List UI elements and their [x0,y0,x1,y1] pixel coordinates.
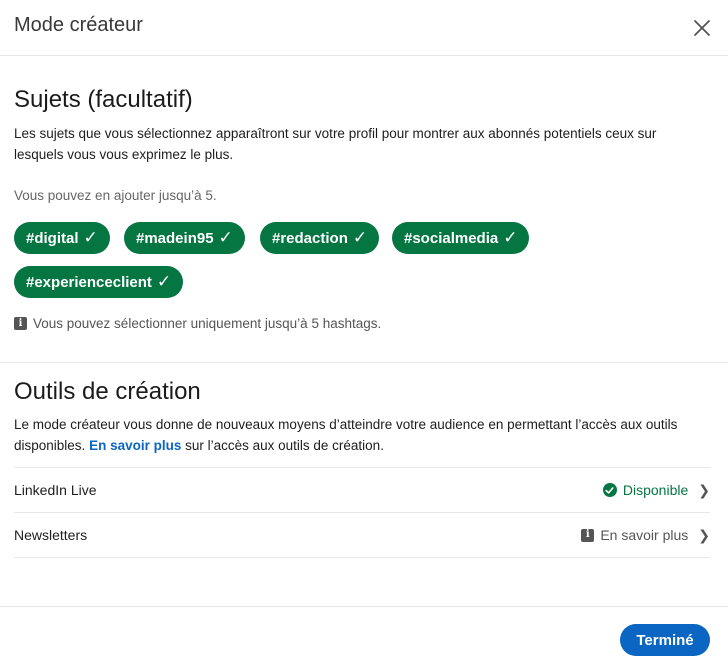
tool-status-text: En savoir plus [600,527,689,543]
learn-more-link[interactable]: En savoir plus [89,438,181,453]
topics-limit-hint: Vous pouvez en ajouter jusqu’à 5. [14,188,217,203]
topic-chip-label: #socialmedia [404,229,499,247]
tool-row-newsletters[interactable]: Newsletters i En savoir plus ❯ [14,513,710,557]
topic-chip-label: #madein95 [136,229,214,247]
check-circle-icon [602,483,617,497]
check-icon: ✓ [218,228,233,247]
tool-status: Disponible ❯ [602,481,710,499]
topic-chip[interactable]: #digital ✓ [14,222,110,254]
topics-description: Les sujets que vous sélectionnez apparaî… [14,126,657,162]
dialog-title: Mode créateur [14,14,143,36]
chevron-right-icon: ❯ [698,481,710,498]
tool-status: i En savoir plus ❯ [581,527,710,544]
hashtag-limit-text: Vous pouvez sélectionner uniquement jusq… [33,316,382,331]
section-divider [0,362,728,363]
topic-chip[interactable]: #redaction ✓ [260,222,380,254]
topic-chip-label: #experienceclient [26,273,152,291]
check-icon: ✓ [503,228,518,247]
creator-mode-dialog: Mode créateur Sujets (facultatif) Les su… [0,0,728,665]
info-icon: i [14,317,27,330]
chevron-right-icon: ❯ [698,526,710,543]
tool-row-linkedin-live[interactable]: LinkedIn Live Disponible ❯ [14,468,710,512]
hashtag-limit-info: i Vous pouvez sélectionner uniquement ju… [14,316,381,331]
close-button[interactable] [686,12,718,44]
check-icon: ✓ [156,272,172,291]
tools-title: Outils de création [14,378,201,405]
info-icon: i [581,528,595,542]
tool-name: Newsletters [14,527,88,543]
topic-chip[interactable]: #madein95 ✓ [124,222,245,254]
close-icon [694,20,710,36]
topic-chip[interactable]: #experienceclient ✓ [14,266,184,298]
tool-name: LinkedIn Live [14,482,97,498]
topic-chip[interactable]: #socialmedia ✓ [392,222,530,254]
topic-chip-label: #digital [26,229,79,247]
topics-title: Sujets (facultatif) [14,86,193,113]
tools-description-text-end: sur l’accès aux outils de création. [181,438,384,453]
check-icon: ✓ [352,228,368,247]
tool-status-text: Disponible [622,482,689,498]
topic-chip-label: #redaction [272,229,348,247]
dialog-footer: Terminé [0,606,728,665]
row-divider [14,557,710,558]
check-icon: ✓ [83,228,98,247]
dialog-header: Mode créateur [0,0,728,56]
done-button[interactable]: Terminé [620,624,710,656]
tools-description: Le mode créateur vous donne de nouveaux … [14,414,704,456]
